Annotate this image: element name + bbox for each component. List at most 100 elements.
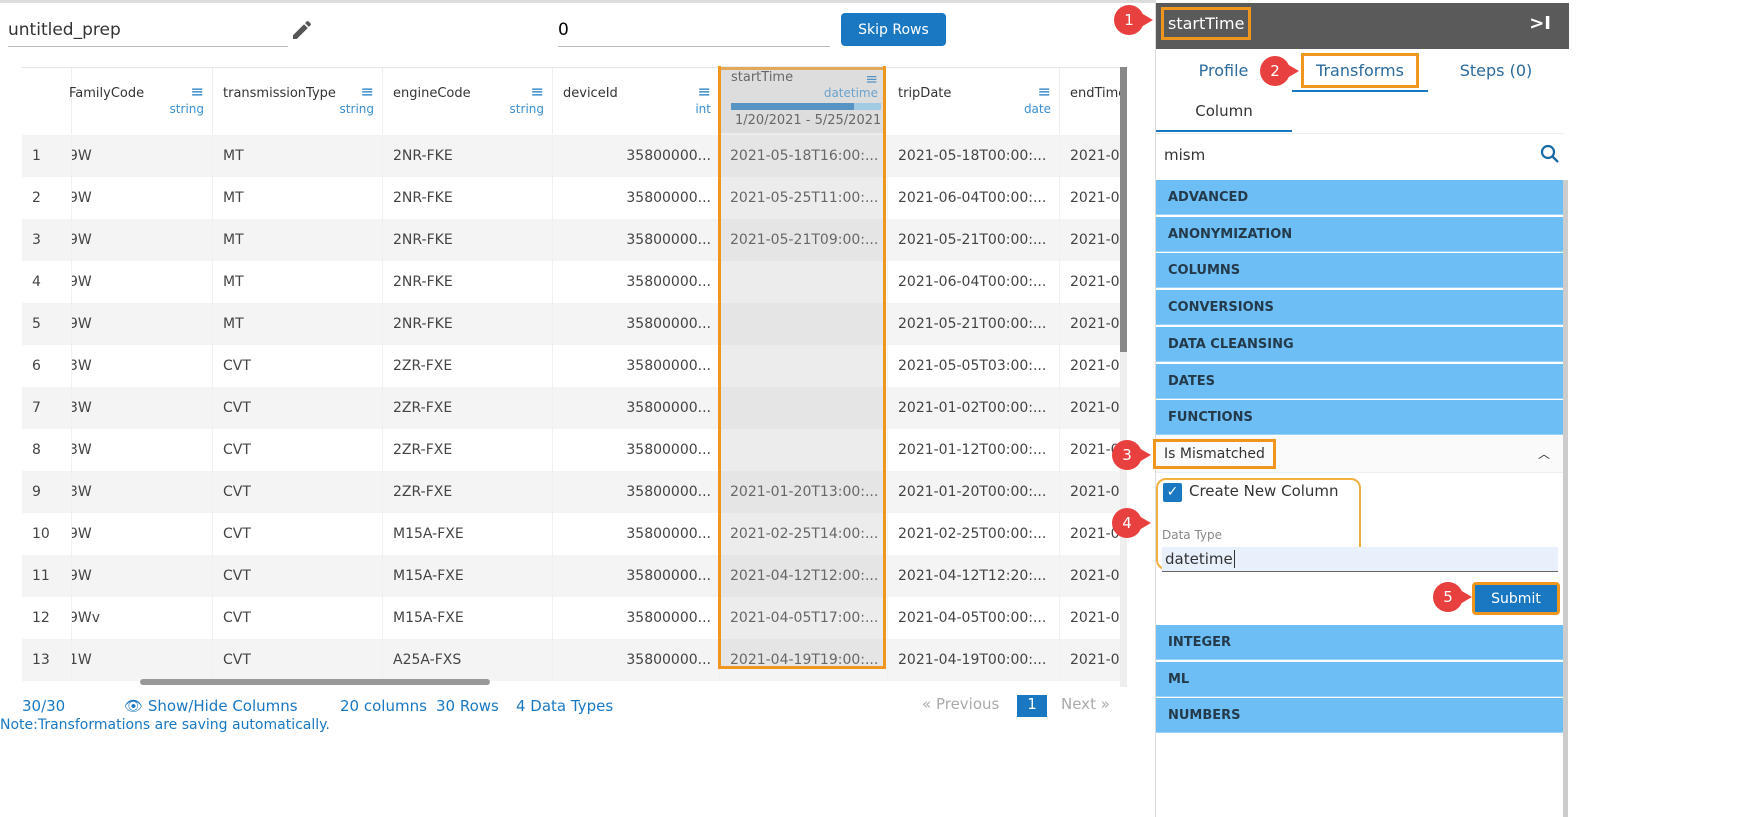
table-cell: M15A-FXE	[383, 597, 553, 639]
skip-rows-input[interactable]	[558, 14, 830, 47]
create-new-column-checkbox[interactable]: ✓	[1163, 483, 1182, 502]
show-hide-columns-link[interactable]: 👁 Show/Hide Columns	[124, 697, 298, 715]
column-menu-icon[interactable]: ≡	[1038, 82, 1051, 101]
data-grid: FamilyCode ≡ string transmissionType ≡ string…	[22, 67, 1127, 684]
table-cell: 1	[22, 135, 72, 177]
transform-category[interactable]: DATA CLEANSING	[1156, 326, 1564, 362]
transform-category[interactable]: ML	[1156, 661, 1564, 697]
table-cell: 2021-0	[1060, 597, 1127, 639]
transform-category[interactable]: INTEGER	[1156, 625, 1564, 660]
vertical-scroll-thumb[interactable]	[1120, 67, 1127, 352]
table-cell	[720, 429, 888, 471]
transform-category[interactable]: NUMBERS	[1156, 698, 1564, 734]
table-row[interactable]: 131WCVTA25A-FXS35800000...2021-04-19T19:…	[22, 639, 1122, 681]
table-cell: 2021-01-02T00:00:...	[888, 387, 1060, 429]
table-cell: 2ZR-FXE	[383, 471, 553, 513]
subtab-column[interactable]: Column	[1156, 92, 1292, 132]
table-cell: 2021-0	[1060, 261, 1127, 303]
column-header[interactable]: endTime	[1060, 68, 1127, 134]
table-row[interactable]: 12 9Wv CVT M15A-FXE 35800000... 2021-04-05T17…	[22, 597, 1122, 639]
column-menu-icon[interactable]: ≡	[361, 82, 374, 101]
column-menu-icon[interactable]: ≡	[698, 82, 711, 101]
chevron-up-icon[interactable]: ︿	[1538, 445, 1550, 462]
data-type-input[interactable]: datetime	[1162, 547, 1558, 572]
transforms-panel: startTime >I Profile Transforms Steps (0…	[1153, 0, 1569, 817]
table-cell: 2021-02-25T00:00:...	[888, 513, 1060, 555]
table-row[interactable]: 93WCVT2ZR-FXE35800000...2021-01-20T13:00…	[22, 471, 1122, 513]
table-cell: 35800000...	[553, 135, 720, 177]
panel-scrollbar[interactable]	[1563, 180, 1568, 817]
table-cell: MT	[213, 261, 383, 303]
table-row[interactable]: 119WCVTM15A-FXE35800000...2021-04-12T12:…	[22, 555, 1122, 597]
table-cell: 4	[22, 261, 72, 303]
table-cell: 35800000...	[553, 471, 720, 513]
transform-category[interactable]: FUNCTIONS	[1156, 400, 1564, 436]
table-cell: 9Wv	[72, 597, 213, 639]
column-header[interactable]: deviceId ≡ int	[553, 68, 720, 134]
table-cell: 2021-05-21T09:00:...	[720, 219, 888, 261]
transform-category[interactable]: CONVERSIONS	[1156, 290, 1564, 326]
transform-category[interactable]: COLUMNS	[1156, 253, 1564, 289]
skip-rows-button[interactable]: Skip Rows	[841, 13, 946, 46]
table-cell: 35800000...	[553, 387, 720, 429]
table-cell: 2021-05-25T11:00:...	[720, 177, 888, 219]
tab-steps[interactable]: Steps (0)	[1428, 50, 1564, 92]
column-type: int	[695, 102, 711, 116]
horizontal-scroll-thumb[interactable]	[140, 679, 490, 685]
column-name: endTime	[1070, 86, 1127, 101]
next-page-button[interactable]: Next »	[1061, 695, 1110, 713]
table-cell: CVT	[213, 597, 383, 639]
table-cell	[720, 345, 888, 387]
column-header[interactable]: tripDate ≡ date	[888, 68, 1060, 134]
table-row[interactable]: 49WMT2NR-FKE35800000... 2021-06-04T00:00:…	[22, 261, 1122, 303]
table-cell: 3W	[72, 387, 213, 429]
table-row[interactable]: 83WCVT2ZR-FXE35800000... 2021-01-12T00:00…	[22, 429, 1122, 471]
table-cell: 2021-04-12T12:00:...	[720, 555, 888, 597]
column-header[interactable]: engineCode ≡ string	[383, 68, 553, 134]
table-row[interactable]: 19WMT2NR-FKE35800000...2021-05-18T16:00:…	[22, 135, 1122, 177]
prep-name-input[interactable]	[8, 14, 288, 47]
pencil-icon[interactable]	[290, 18, 314, 42]
table-row[interactable]: 29WMT2NR-FKE35800000...2021-05-25T11:00:…	[22, 177, 1122, 219]
tab-transforms[interactable]: Transforms	[1292, 50, 1428, 92]
is-mismatched-label: Is Mismatched	[1153, 439, 1276, 469]
column-name: deviceId	[563, 86, 618, 101]
column-menu-icon[interactable]: ≡	[531, 82, 544, 101]
table-row[interactable]: 39WMT2NR-FKE35800000...2021-05-21T09:00:…	[22, 219, 1122, 261]
is-mismatched-header[interactable]: Is Mismatched ︿	[1153, 437, 1564, 473]
transform-category[interactable]: DATES	[1156, 363, 1564, 399]
table-cell: 7	[22, 387, 72, 429]
transform-category[interactable]: ADVANCED	[1156, 180, 1564, 215]
column-menu-icon[interactable]: ≡	[191, 82, 204, 101]
column-header[interactable]: transmissionType ≡ string	[213, 68, 383, 134]
submit-button[interactable]: Submit	[1472, 582, 1560, 615]
transform-category[interactable]: ANONYMIZATION	[1156, 216, 1564, 252]
table-cell: 2021-04-19T19:00:...	[720, 639, 888, 681]
table-cell: 2021-0	[1060, 639, 1127, 681]
table-cell: 13	[22, 639, 72, 681]
page-1-button[interactable]: 1	[1017, 695, 1047, 717]
transform-search-input[interactable]: mism	[1164, 146, 1205, 164]
step-badge-5: 5	[1433, 582, 1472, 612]
table-cell: 2021-0	[1060, 471, 1127, 513]
table-cell: CVT	[213, 513, 383, 555]
panel-header: startTime >I	[1156, 3, 1569, 49]
collapse-panel-icon[interactable]: >I	[1529, 13, 1551, 34]
selected-column-header[interactable]: startTime ≡ datetime 1/20/2021 - 5/25/20…	[718, 67, 886, 133]
table-row[interactable]: 63WCVT2ZR-FXE35800000... 2021-05-05T03:00…	[22, 345, 1122, 387]
table-cell: 35800000...	[553, 345, 720, 387]
table-row[interactable]: 73WCVT2ZR-FXE35800000... 2021-01-02T00:00…	[22, 387, 1122, 429]
table-row[interactable]: 59WMT2NR-FKE35800000... 2021-05-21T00:00:…	[22, 303, 1122, 345]
column-name: transmissionType	[223, 86, 336, 101]
column-type: date	[1023, 102, 1051, 116]
column-header[interactable]: FamilyCode ≡ string	[69, 68, 213, 134]
create-new-column-label: Create New Column	[1189, 482, 1339, 500]
table-row[interactable]: 109WCVTM15A-FXE35800000...2021-02-25T14:…	[22, 513, 1122, 555]
table-cell: 2021-05-21T00:00:...	[888, 219, 1060, 261]
table-cell: CVT	[213, 555, 383, 597]
table-cell: 2NR-FKE	[383, 177, 553, 219]
previous-page-button[interactable]: « Previous	[922, 695, 999, 713]
search-icon[interactable]	[1540, 144, 1560, 164]
autosave-note: Note:Transformations are saving automati…	[0, 717, 330, 733]
table-cell: 2021-0	[1060, 555, 1127, 597]
